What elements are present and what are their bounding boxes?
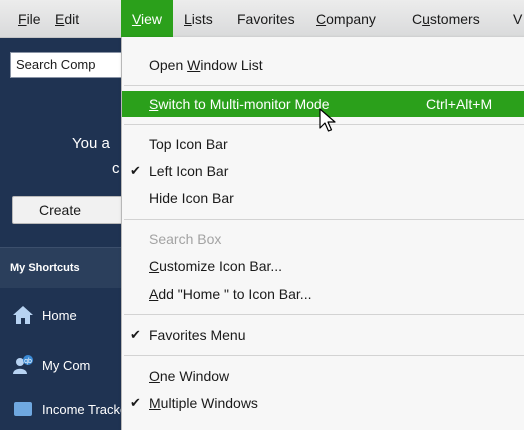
shortcut-my-company[interactable]: qb My Com (0, 348, 125, 382)
menu-item-add-home-to-icon-bar-label: Add "Home " to Icon Bar... (149, 286, 312, 302)
menu-view-label: iew (141, 11, 163, 27)
svg-text:qb: qb (24, 358, 32, 365)
menu-item-one-window-label: One Window (149, 368, 230, 384)
menu-separator (124, 355, 524, 356)
menu-file-label: ile (26, 11, 41, 27)
menu-favorites[interactable]: Favorites (237, 0, 295, 37)
left-icon-bar: Search Comp You a c Create My Shortcuts … (0, 38, 130, 430)
shortcut-home[interactable]: Home (0, 298, 125, 332)
menu-customers-label: stomers (429, 11, 480, 27)
menu-item-customize-icon-bar-label: Customize Icon Bar... (149, 258, 283, 274)
check-icon: ✔ (130, 327, 141, 342)
menu-item-switch-multi-monitor-label: Switch to Multi-monitor Mode (149, 96, 330, 112)
menu-item-left-icon-bar[interactable]: ✔ Left Icon Bar (122, 158, 524, 184)
home-icon (13, 306, 33, 324)
menu-truncated-label: V (513, 11, 523, 27)
menu-edit[interactable]: Edit (55, 0, 80, 37)
menu-edit-mnemonic: E (55, 11, 65, 27)
menu-item-top-icon-bar[interactable]: Top Icon Bar (122, 131, 524, 157)
menu-item-switch-multi-monitor-shortcut: Ctrl+Alt+M (426, 96, 493, 112)
shortcut-home-label: Home (42, 308, 77, 323)
menu-separator (124, 85, 524, 86)
menu-item-multiple-windows[interactable]: ✔ Multiple Windows (122, 390, 524, 416)
menu-truncated[interactable]: V (513, 0, 523, 37)
menu-item-open-window-list-label: Open Window List (149, 57, 263, 73)
menu-favorites-label: Favorites (237, 11, 295, 27)
menu-company-mnemonic: C (316, 11, 327, 27)
mouse-pointer-icon (319, 108, 336, 132)
menu-edit-label: dit (64, 11, 80, 27)
trial-message-line2: c (112, 160, 120, 177)
menu-item-multiple-windows-label: Multiple Windows (149, 395, 258, 411)
menu-item-hide-icon-bar-label: Hide Icon Bar (149, 190, 234, 206)
quickbooks-window: File Edit View Lists Favorites Company C… (0, 0, 524, 430)
view-menu-dropdown: Open Window List Switch to Multi-monitor… (121, 37, 524, 430)
menu-view-mnemonic: V (131, 11, 142, 27)
shortcut-my-company-label: My Com (42, 358, 91, 373)
company-icon: qb (13, 355, 33, 374)
menu-company[interactable]: Company (316, 0, 376, 37)
menu-item-one-window[interactable]: One Window (122, 363, 524, 389)
menu-separator (124, 219, 524, 220)
search-company-input[interactable]: Search Comp (10, 52, 128, 78)
menu-item-open-window-list[interactable]: Open Window List (122, 52, 524, 78)
menu-view[interactable]: View (121, 0, 173, 37)
menu-lists-mnemonic: L (184, 11, 192, 27)
create-button[interactable]: Create (12, 196, 130, 224)
menu-item-add-home-to-icon-bar[interactable]: Add "Home " to Icon Bar... (122, 281, 524, 307)
shortcut-income-tracker[interactable]: Income Tracker (0, 392, 125, 426)
menu-file[interactable]: File (18, 0, 41, 37)
menu-customers-prefix: C (412, 11, 423, 27)
menu-item-hide-icon-bar[interactable]: Hide Icon Bar (122, 185, 524, 211)
menu-lists-label: ists (191, 11, 213, 27)
menu-item-favorites-menu-label: Favorites Menu (149, 327, 246, 343)
menu-customers-mnemonic: u (422, 11, 430, 27)
menu-lists[interactable]: Lists (184, 0, 213, 37)
shortcut-income-tracker-label: Income Tracker (42, 402, 125, 417)
menu-item-customize-icon-bar[interactable]: Customize Icon Bar... (122, 253, 524, 279)
menu-item-top-icon-bar-label: Top Icon Bar (149, 136, 228, 152)
menu-separator (124, 314, 524, 315)
trial-message-line1: You a (72, 135, 110, 152)
menu-company-label: ompany (326, 11, 376, 27)
menu-customers[interactable]: Customers (412, 0, 480, 37)
menu-item-search-box: Search Box (122, 226, 524, 252)
check-icon: ✔ (130, 163, 141, 178)
my-shortcuts-header[interactable]: My Shortcuts (0, 248, 125, 288)
menu-bar: File Edit View Lists Favorites Company C… (0, 0, 524, 38)
menu-item-search-box-label: Search Box (149, 231, 222, 247)
menu-item-left-icon-bar-label: Left Icon Bar (149, 163, 229, 179)
check-icon: ✔ (130, 395, 141, 410)
income-tracker-icon (14, 402, 32, 416)
menu-item-favorites-menu[interactable]: ✔ Favorites Menu (122, 322, 524, 348)
menu-file-mnemonic: F (18, 11, 27, 27)
